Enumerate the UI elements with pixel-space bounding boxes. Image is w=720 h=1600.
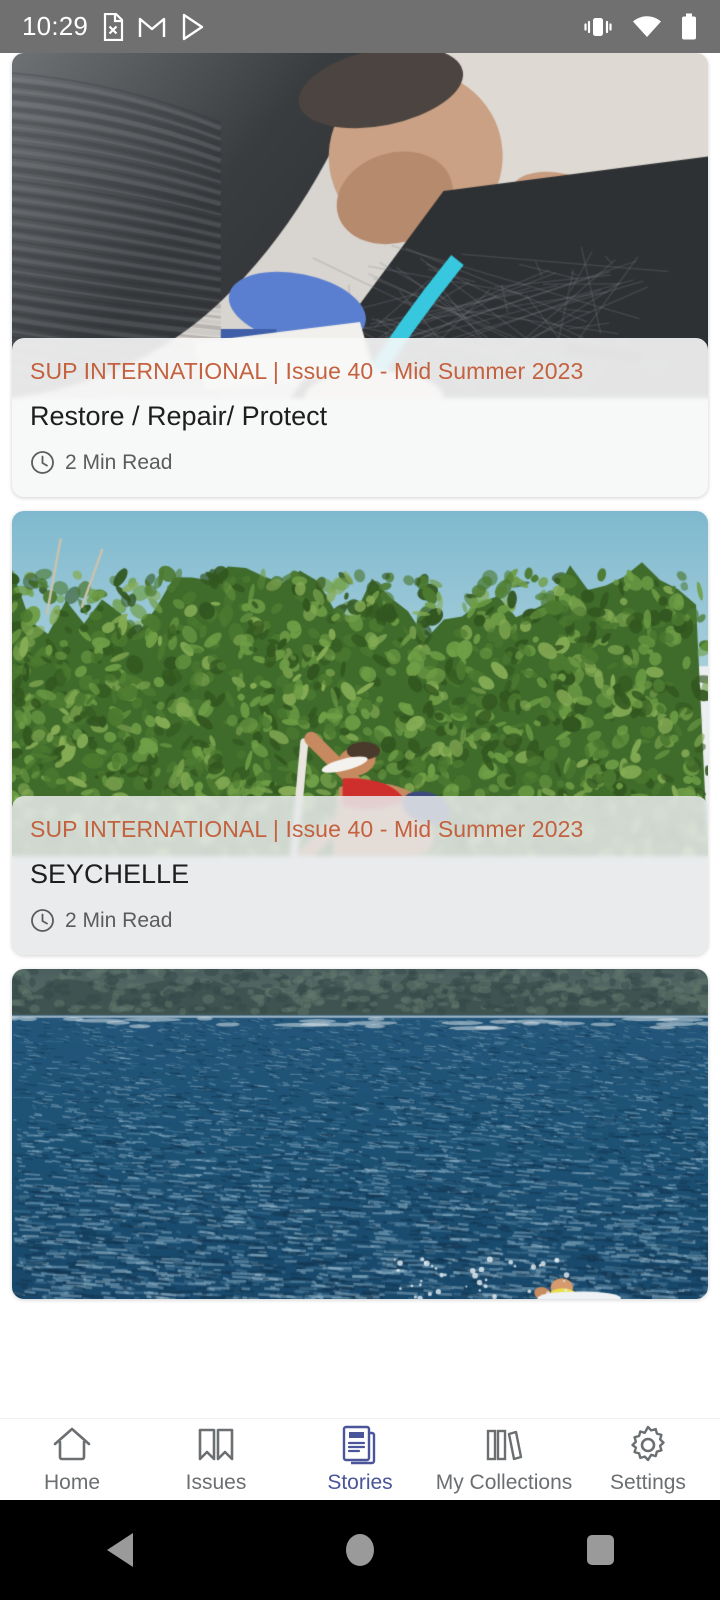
stories-list[interactable]: SUP INTERNATIONAL | Issue 40 - Mid Summe… — [0, 53, 720, 1418]
story-image — [12, 969, 708, 1299]
android-system-navigation[interactable] — [0, 1500, 720, 1600]
nav-label: Home — [43, 1470, 101, 1494]
home-icon — [50, 1425, 94, 1465]
nav-item-issues[interactable]: Issues — [144, 1425, 288, 1495]
bottom-navigation-bar[interactable]: Home Issues Stories My Collections Setti… — [0, 1418, 720, 1500]
story-card[interactable] — [12, 969, 708, 1299]
clock-icon — [30, 908, 55, 933]
status-bar-right — [582, 13, 698, 41]
battery-icon — [680, 13, 698, 41]
nav-item-my-collections[interactable]: My Collections — [432, 1425, 576, 1495]
story-title: SEYCHELLE — [30, 859, 190, 889]
books-shelf-icon — [482, 1425, 526, 1465]
bookmark-icon — [195, 1425, 237, 1465]
back-button[interactable] — [1, 1533, 239, 1567]
circle-icon — [346, 1534, 374, 1566]
nav-item-home[interactable]: Home — [0, 1425, 144, 1495]
file-x-icon — [102, 12, 124, 41]
nav-item-settings[interactable]: Settings — [576, 1425, 720, 1495]
story-card-body: SUP INTERNATIONAL | Issue 40 - Mid Summe… — [12, 796, 708, 955]
story-kicker: SUP INTERNATIONAL | Issue 40 - Mid Summe… — [30, 358, 584, 384]
story-kicker: SUP INTERNATIONAL | Issue 40 - Mid Summe… — [30, 816, 584, 842]
nav-label: Issues — [185, 1470, 247, 1494]
nav-label: My Collections — [435, 1470, 573, 1494]
story-card[interactable]: SUP INTERNATIONAL | Issue 40 - Mid Summe… — [12, 511, 708, 955]
recents-button[interactable] — [481, 1535, 719, 1565]
story-card-body: SUP INTERNATIONAL | Issue 40 - Mid Summe… — [12, 338, 708, 497]
status-bar: 10:29 — [0, 0, 720, 53]
square-icon — [586, 1535, 614, 1565]
nav-label: Settings — [610, 1470, 686, 1494]
vibrate-icon — [582, 15, 614, 39]
story-title: Restore / Repair/ Protect — [30, 401, 328, 431]
triangle-left-icon — [107, 1533, 133, 1567]
story-read-time: 2 Min Read — [65, 450, 173, 474]
nav-item-stories[interactable]: Stories — [288, 1425, 432, 1495]
status-time: 10:29 — [22, 11, 89, 41]
wifi-icon — [632, 15, 662, 39]
home-button[interactable] — [241, 1534, 479, 1566]
nav-label: Stories — [327, 1470, 393, 1494]
status-bar-left: 10:29 — [22, 11, 206, 42]
clock-icon — [30, 450, 55, 475]
story-meta: 2 Min Read — [30, 908, 690, 933]
story-card[interactable]: SUP INTERNATIONAL | Issue 40 - Mid Summe… — [12, 53, 708, 497]
gmail-icon — [138, 14, 166, 40]
document-lines-icon — [339, 1425, 381, 1465]
story-meta: 2 Min Read — [30, 450, 690, 475]
play-store-icon — [180, 13, 206, 41]
story-read-time: 2 Min Read — [65, 908, 173, 932]
gear-icon — [627, 1425, 669, 1465]
